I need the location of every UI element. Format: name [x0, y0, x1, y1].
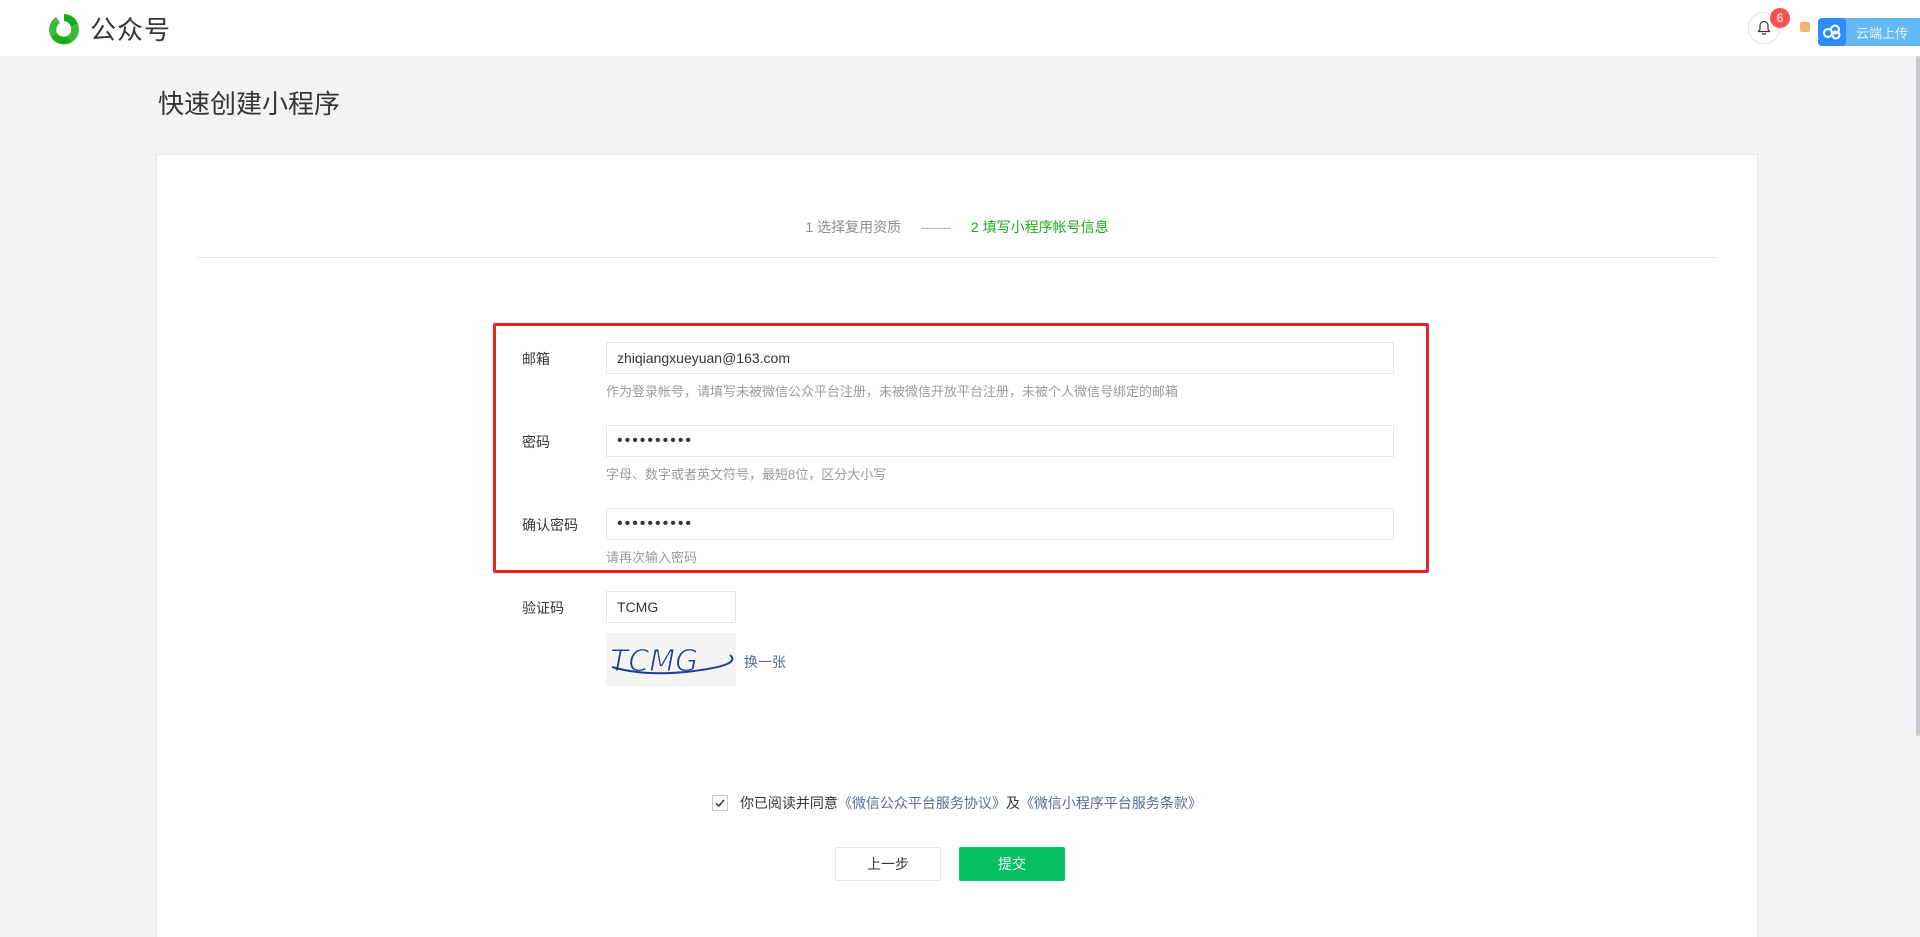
confirm-password-field[interactable]: •••••••••• [606, 508, 1394, 540]
password-tip: 字母、数字或者英文符号，最短8位，区分大小写 [606, 467, 887, 482]
cloud-icon-container [1818, 18, 1846, 46]
captcha-label: 验证码 [522, 600, 564, 616]
step-2: 2 填写小程序帐号信息 [970, 219, 1109, 235]
password-field[interactable]: •••••••••• [606, 425, 1394, 457]
agree-checkbox[interactable] [712, 795, 729, 811]
submit-button[interactable]: 提交 [959, 847, 1065, 881]
form-card: 1 选择复用资质 2 填写小程序帐号信息 邮箱 zhiqiangxueyuan@… [156, 154, 1758, 937]
agreement-row: 你已阅读并同意《微信公众平台服务协议》及《微信小程序平台服务条款》 [157, 793, 1757, 813]
cloud-icon [1823, 24, 1841, 40]
confirm-password-tip: 请再次输入密码 [606, 550, 698, 565]
confirm-password-label: 确认密码 [522, 517, 578, 533]
step-1: 1 选择复用资质 [805, 219, 902, 235]
top-bar: 公众号 6 云端上传 [0, 0, 1920, 56]
logo[interactable]: 公众号 [46, 10, 171, 47]
agreement-middle: 及 [1005, 795, 1020, 811]
checkmark-icon [715, 799, 725, 808]
email-field[interactable]: zhiqiangxueyuan@163.com [606, 342, 1394, 374]
bell-icon [1757, 20, 1771, 35]
wechat-public-logo-icon [49, 13, 79, 44]
notification-badge: 6 [1770, 8, 1790, 28]
captcha-image[interactable]: TCMG [606, 633, 736, 686]
email-tip: 作为登录帐号，请填写未被微信公众平台注册，未被微信开放平台注册，未被个人微信号绑… [606, 384, 1179, 399]
steps-divider [197, 257, 1717, 258]
change-captcha-link[interactable]: 换一张 [744, 652, 786, 672]
page-scrollbar[interactable] [1916, 56, 1920, 736]
agreement-prefix: 你已阅读并同意 [739, 795, 838, 811]
email-label: 邮箱 [522, 351, 550, 367]
step-separator [921, 227, 951, 229]
step-indicator: 1 选择复用资质 2 填写小程序帐号信息 [157, 217, 1757, 237]
captcha-input[interactable]: TCMG [606, 591, 736, 623]
app-name: 公众号 [90, 15, 172, 45]
prev-step-button[interactable]: 上一步 [835, 847, 941, 881]
miniprogram-terms-link[interactable]: 《微信小程序平台服务条款》 [1020, 795, 1202, 811]
cloud-upload-tab[interactable]: 云端上传 [1818, 18, 1920, 46]
cloud-upload-label: 云端上传 [1856, 25, 1909, 41]
service-agreement-link[interactable]: 《微信公众平台服务协议》 [838, 795, 1006, 811]
user-avatar[interactable] [1800, 22, 1810, 32]
password-label: 密码 [522, 434, 550, 450]
page-title: 快速创建小程序 [158, 89, 341, 119]
